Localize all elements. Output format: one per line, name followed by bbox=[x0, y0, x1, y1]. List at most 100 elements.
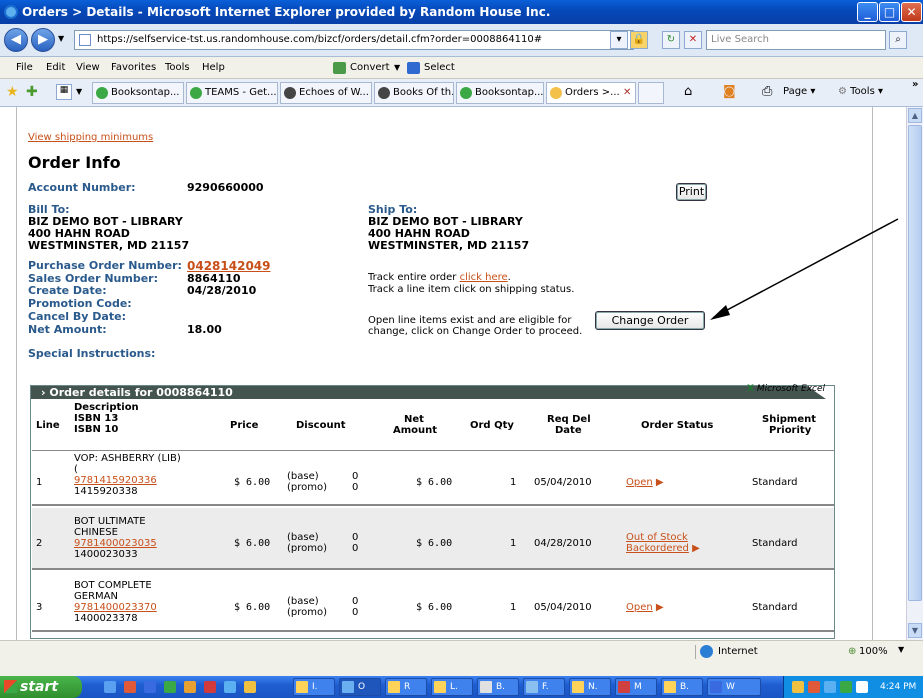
maximize-button[interactable]: □ bbox=[879, 2, 900, 22]
print-button[interactable]: Print bbox=[676, 183, 707, 201]
quicklaunch-icon[interactable] bbox=[184, 681, 196, 693]
isbn13-link[interactable]: 9781415920336 bbox=[74, 475, 157, 486]
menu-help[interactable]: Help bbox=[202, 57, 225, 79]
convert-dropdown-icon[interactable]: ▼ bbox=[394, 57, 400, 79]
menu-file[interactable]: File bbox=[16, 57, 33, 79]
tray-icon[interactable] bbox=[792, 681, 804, 693]
chevron-right-icon[interactable]: » bbox=[912, 79, 918, 90]
tab-books-of-the[interactable]: Books Of th... bbox=[374, 82, 454, 104]
po-link[interactable]: 0428142049 bbox=[187, 259, 271, 273]
table-header: Line Description ISBN 13 ISBN 10 Price D… bbox=[32, 400, 834, 450]
isbn13-link[interactable]: 9781400023035 bbox=[74, 538, 157, 549]
taskbar-item-active[interactable]: O bbox=[339, 678, 381, 696]
discount-promo-value: 0 bbox=[352, 482, 359, 493]
history-dropdown-icon[interactable]: ▼ bbox=[58, 34, 64, 43]
lock-icon[interactable]: 🔒 bbox=[630, 31, 648, 49]
order-status[interactable]: Backordered ▶ bbox=[626, 543, 700, 554]
taskbar-item[interactable]: I. bbox=[293, 678, 335, 696]
po-label: Purchase Order Number: bbox=[28, 259, 182, 272]
start-button[interactable]: start bbox=[0, 676, 82, 698]
close-button[interactable]: ✕ bbox=[901, 2, 922, 22]
tab-close-icon[interactable]: ✕ bbox=[623, 83, 631, 103]
quicklaunch-icon[interactable] bbox=[124, 681, 136, 693]
quicklaunch-icon[interactable] bbox=[244, 681, 256, 693]
tray-icon[interactable] bbox=[840, 681, 852, 693]
vertical-scrollbar[interactable]: ▲ ▼ bbox=[906, 107, 923, 640]
expand-icon[interactable]: › bbox=[41, 386, 46, 399]
status-link[interactable]: Out of Stock bbox=[626, 532, 688, 543]
track-order-link[interactable]: click here bbox=[460, 272, 508, 283]
refresh-icon[interactable]: ↻ bbox=[662, 31, 680, 49]
change-order-button[interactable]: Change Order bbox=[595, 311, 705, 330]
stop-icon[interactable]: ✕ bbox=[684, 31, 702, 49]
tab-echoes[interactable]: Echoes of W... bbox=[280, 82, 372, 104]
forward-icon[interactable]: ▶ bbox=[31, 28, 55, 52]
isbn13-link[interactable]: 9781400023370 bbox=[74, 602, 157, 613]
tab-booksontap-2[interactable]: Booksontap... bbox=[456, 82, 544, 104]
col-description: Description bbox=[74, 402, 139, 413]
tab-booksontap-1[interactable]: Booksontap... bbox=[92, 82, 184, 104]
search-input[interactable]: Live Search bbox=[706, 30, 886, 50]
tab-orders[interactable]: Orders >... ✕ bbox=[546, 82, 636, 104]
open-items-text: Open line items exist and are eligible f… bbox=[368, 315, 572, 326]
quicklaunch-icon[interactable] bbox=[164, 681, 176, 693]
favorites-star-icon[interactable]: ★ bbox=[6, 84, 19, 100]
taskbar-item[interactable]: B. bbox=[477, 678, 519, 696]
tray-icon[interactable] bbox=[808, 681, 820, 693]
address-dropdown-icon[interactable]: ▾ bbox=[610, 31, 628, 49]
search-icon[interactable]: ⌕ bbox=[889, 31, 907, 49]
order-status[interactable]: Open ▶ bbox=[626, 602, 664, 613]
tools-menu[interactable]: ⚙ Tools ▾ bbox=[838, 86, 883, 97]
menu-bar: File Edit View Favorites Tools Help Conv… bbox=[0, 57, 923, 79]
taskbar-item[interactable]: W bbox=[707, 678, 761, 696]
page-menu-label: Page bbox=[783, 86, 808, 97]
taskbar-item[interactable]: L. bbox=[431, 678, 473, 696]
minimize-button[interactable]: _ bbox=[857, 2, 878, 22]
convert-icon bbox=[333, 62, 346, 74]
new-tab-button[interactable] bbox=[638, 82, 664, 104]
quicklaunch-icon[interactable] bbox=[144, 681, 156, 693]
table-row: 2 BOT ULTIMATE CHINESE 9781400023035 140… bbox=[32, 508, 834, 570]
back-icon[interactable]: ◀ bbox=[4, 28, 28, 52]
page-icon bbox=[79, 34, 91, 46]
tray-icon[interactable] bbox=[856, 681, 868, 693]
clock[interactable]: 4:24 PM bbox=[880, 676, 916, 698]
app-icon bbox=[296, 681, 308, 693]
scroll-thumb[interactable] bbox=[908, 125, 922, 601]
zoom-dropdown-icon[interactable]: ▼ bbox=[898, 645, 904, 654]
tab-teams[interactable]: TEAMS - Get... bbox=[186, 82, 278, 104]
home-icon[interactable]: ⌂ bbox=[684, 84, 692, 99]
quicklaunch-icon[interactable] bbox=[104, 681, 116, 693]
menu-view[interactable]: View bbox=[76, 57, 100, 79]
feeds-icon[interactable]: ◙ bbox=[723, 84, 736, 99]
tray-icon[interactable] bbox=[824, 681, 836, 693]
taskbar-item[interactable]: M bbox=[615, 678, 657, 696]
tab-list-icon[interactable]: ▼ bbox=[76, 87, 82, 96]
add-favorite-icon[interactable]: ✚ bbox=[26, 84, 38, 100]
excel-export[interactable]: X Microsoft Excel bbox=[747, 384, 825, 394]
quicklaunch-icon[interactable] bbox=[204, 681, 216, 693]
convert-button[interactable]: Convert bbox=[350, 57, 390, 79]
zoom-level[interactable]: 100% bbox=[859, 646, 888, 657]
menu-tools[interactable]: Tools bbox=[165, 57, 190, 79]
status-link[interactable]: Open bbox=[626, 602, 653, 613]
taskbar-item[interactable]: R bbox=[385, 678, 427, 696]
scroll-down-icon[interactable]: ▼ bbox=[908, 623, 922, 638]
print-toolbar-icon[interactable]: ⎙ bbox=[762, 84, 772, 99]
quicklaunch-icon[interactable] bbox=[224, 681, 236, 693]
order-status[interactable]: Open ▶ bbox=[626, 477, 664, 488]
shipping-minimums-link[interactable]: View shipping minimums bbox=[28, 132, 153, 143]
status-link[interactable]: Backordered bbox=[626, 543, 689, 554]
taskbar-item[interactable]: F. bbox=[523, 678, 565, 696]
page-menu[interactable]: Page ▾ bbox=[783, 86, 815, 97]
menu-edit[interactable]: Edit bbox=[46, 57, 65, 79]
window-title-bar[interactable]: Orders > Details - Microsoft Internet Ex… bbox=[0, 0, 923, 24]
address-input[interactable]: https://selfservice-tst.us.randomhouse.c… bbox=[74, 30, 634, 50]
scroll-up-icon[interactable]: ▲ bbox=[908, 108, 922, 123]
taskbar-item[interactable]: N. bbox=[569, 678, 611, 696]
taskbar-item[interactable]: B. bbox=[661, 678, 703, 696]
menu-favorites[interactable]: Favorites bbox=[111, 57, 156, 79]
quick-tabs-icon[interactable]: ▦ bbox=[56, 84, 72, 100]
status-link[interactable]: Open bbox=[626, 477, 653, 488]
select-button[interactable]: Select bbox=[424, 57, 455, 79]
